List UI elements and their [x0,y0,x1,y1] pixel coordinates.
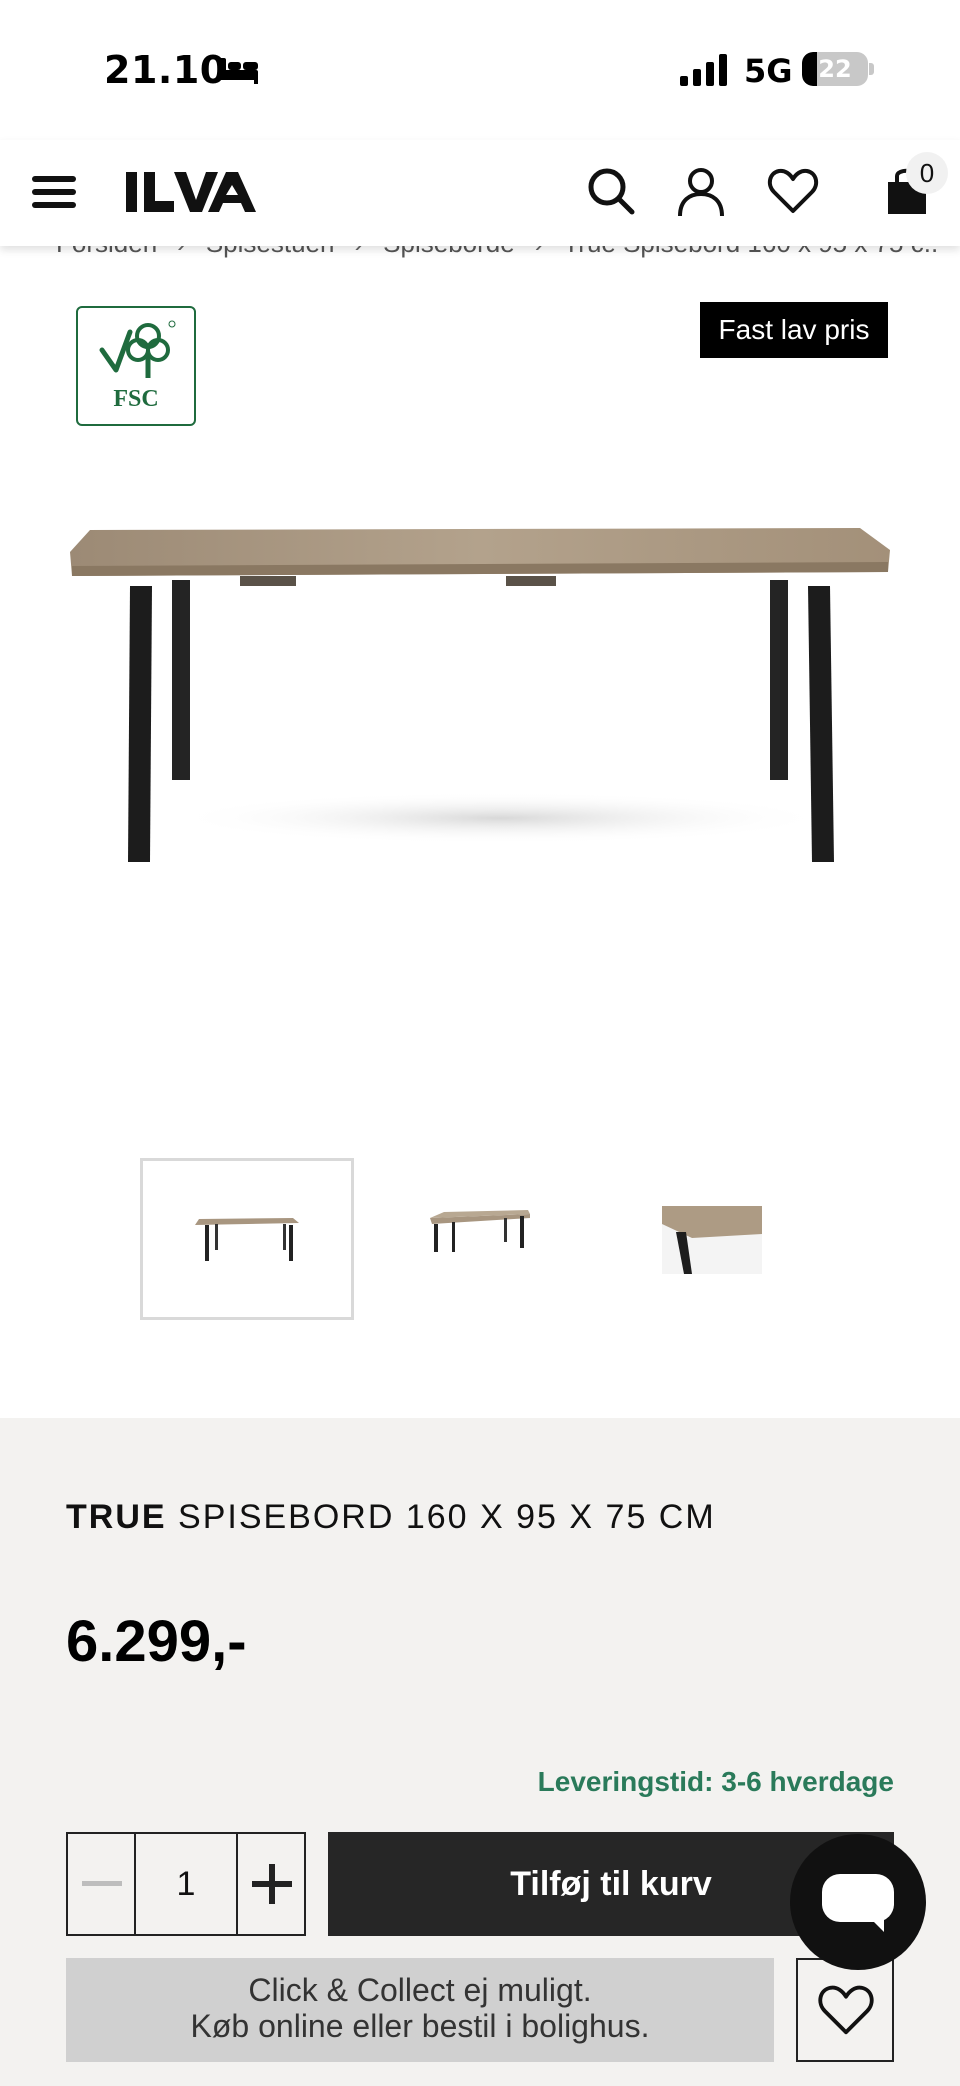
heart-icon [818,1985,874,2035]
quantity-decrease-button[interactable] [68,1834,136,1934]
price-badge: Fast lav pris [700,302,888,358]
status-bar: 21.10 5G 22 [0,0,960,140]
quantity-input[interactable] [136,1834,236,1934]
thumbnail-2[interactable] [380,1158,594,1320]
battery-icon: 22 [802,52,868,86]
chat-button[interactable] [790,1834,926,1970]
sleep-focus-icon [218,58,258,84]
add-to-wishlist-button[interactable] [796,1958,894,2062]
thumbnail-image [662,1206,762,1274]
network-type: 5G [744,52,793,90]
thumbnail-3[interactable] [612,1158,826,1320]
click-collect-notice: Click & Collect ej muligt. Køb online el… [66,1958,774,2062]
cart-count-badge: 0 [906,152,948,194]
product-title: TRUE SPISEBORD 160 X 95 X 75 CM [66,1498,716,1537]
chat-icon-tail [866,1914,884,1932]
image-thumbnails [0,1158,960,1324]
heart-icon[interactable] [766,164,820,218]
fsc-label: FSC [113,386,159,412]
quantity-increase-button[interactable] [236,1834,304,1934]
brand-logo[interactable] [126,170,262,214]
product-info-section: TRUE SPISEBORD 160 X 95 X 75 CM 6.299,- … [0,1418,960,2086]
click-collect-line-1: Click & Collect ej muligt. [248,1972,592,2008]
thumbnail-1[interactable] [140,1158,354,1320]
account-icon[interactable] [674,164,728,218]
product-price: 6.299,- [66,1609,247,1674]
thumbnail-image [430,1210,530,1252]
quantity-stepper [66,1832,306,1936]
site-header: 0 [0,140,960,246]
search-icon[interactable] [584,164,638,218]
battery-percent: 22 [818,55,852,83]
tree-checkmark-icon [99,320,176,378]
battery-tip [869,63,874,75]
status-time: 21.10 [104,48,227,92]
hamburger-icon[interactable] [30,170,78,214]
delivery-time: Leveringstid: 3-6 hverdage [537,1766,894,1797]
product-main-image[interactable] [60,500,900,880]
signal-icon [680,54,727,86]
fsc-certification-logo: FSC [76,306,196,426]
product-name: SPISEBORD 160 X 95 X 75 CM [178,1498,716,1536]
thumbnail-image [195,1218,299,1261]
click-collect-line-2: Køb online eller bestil i bolighus. [190,2008,650,2044]
product-brand: TRUE [66,1498,167,1536]
